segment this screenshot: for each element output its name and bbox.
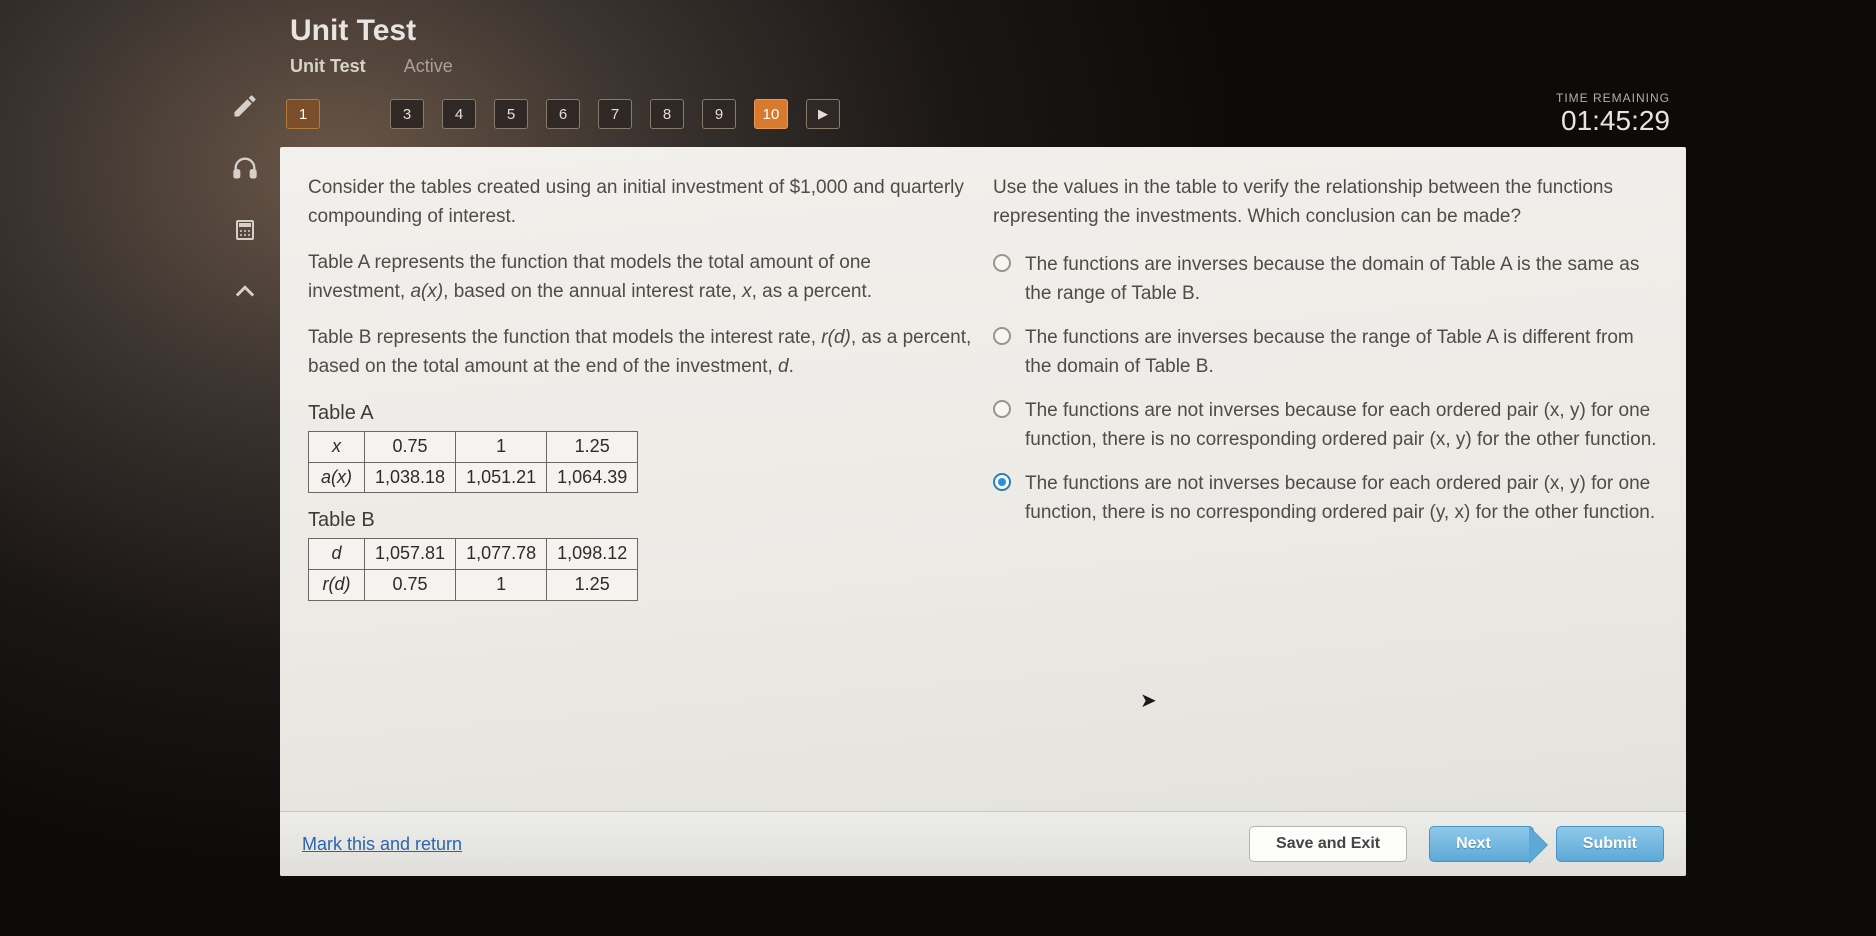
table-b: d 1,057.81 1,077.78 1,098.12 r(d) 0.75 1… xyxy=(308,538,638,601)
question-nav-10[interactable]: 10 xyxy=(754,99,788,129)
answer-area: Use the values in the table to verify th… xyxy=(993,173,1658,801)
page-title: Unit Test xyxy=(290,14,1676,48)
answer-choice-text: The functions are not inverses because f… xyxy=(1025,396,1658,455)
next-page-arrow[interactable]: ▶ xyxy=(806,99,840,129)
question-nav-6[interactable]: 6 xyxy=(546,99,580,129)
table-a-title: Table A xyxy=(308,398,973,429)
radio-icon[interactable] xyxy=(993,327,1011,345)
answer-choice-3[interactable]: The functions are not inverses because f… xyxy=(993,396,1658,455)
side-toolbar xyxy=(210,0,280,876)
question-nav-8[interactable]: 8 xyxy=(650,99,684,129)
save-and-exit-button[interactable]: Save and Exit xyxy=(1249,826,1407,862)
question-nav-4[interactable]: 4 xyxy=(442,99,476,129)
header: Unit Test Unit Test Active xyxy=(280,0,1686,81)
answer-choice-text: The functions are inverses because the d… xyxy=(1025,250,1658,309)
stem-p3: Table B represents the function that mod… xyxy=(308,323,973,382)
question-nav-3[interactable]: 3 xyxy=(390,99,424,129)
next-button[interactable]: Next xyxy=(1429,826,1534,862)
table-a: x 0.75 1 1.25 a(x) 1,038.18 1,051.21 1,0… xyxy=(308,431,638,494)
answer-choice-text: The functions are inverses because the r… xyxy=(1025,323,1658,382)
footer-bar: Mark this and return Save and Exit Next … xyxy=(280,811,1686,876)
question-nav-5[interactable]: 5 xyxy=(494,99,528,129)
question-nav: 1 3456789 10 ▶ TIME REMAINING 01:45:29 xyxy=(280,81,1686,147)
headphones-icon[interactable] xyxy=(229,152,261,184)
tab-active-set[interactable]: Active xyxy=(404,56,453,76)
tab-unit-test[interactable]: Unit Test xyxy=(290,56,366,76)
radio-icon[interactable] xyxy=(993,400,1011,418)
question-prompt: Use the values in the table to verify th… xyxy=(993,173,1658,232)
radio-icon[interactable] xyxy=(993,254,1011,272)
table-b-title: Table B xyxy=(308,505,973,536)
timer-label: TIME REMAINING xyxy=(1556,91,1670,105)
pencil-icon[interactable] xyxy=(229,90,261,122)
stem-p1: Consider the tables created using an ini… xyxy=(308,173,973,232)
collapse-icon[interactable] xyxy=(229,276,261,308)
timer-value: 01:45:29 xyxy=(1556,105,1670,137)
question-nav-1[interactable]: 1 xyxy=(286,99,320,129)
mark-and-return-link[interactable]: Mark this and return xyxy=(302,834,462,855)
answer-choice-text: The functions are not inverses because f… xyxy=(1025,469,1658,528)
stem-p2: Table A represents the function that mod… xyxy=(308,248,973,307)
question-nav-9[interactable]: 9 xyxy=(702,99,736,129)
radio-icon[interactable] xyxy=(993,473,1011,491)
answer-choice-2[interactable]: The functions are inverses because the r… xyxy=(993,323,1658,382)
answer-choice-1[interactable]: The functions are inverses because the d… xyxy=(993,250,1658,309)
question-stem: Consider the tables created using an ini… xyxy=(308,173,973,801)
answer-choice-4[interactable]: The functions are not inverses because f… xyxy=(993,469,1658,528)
submit-button[interactable]: Submit xyxy=(1556,826,1664,862)
question-nav-7[interactable]: 7 xyxy=(598,99,632,129)
calculator-icon[interactable] xyxy=(229,214,261,246)
